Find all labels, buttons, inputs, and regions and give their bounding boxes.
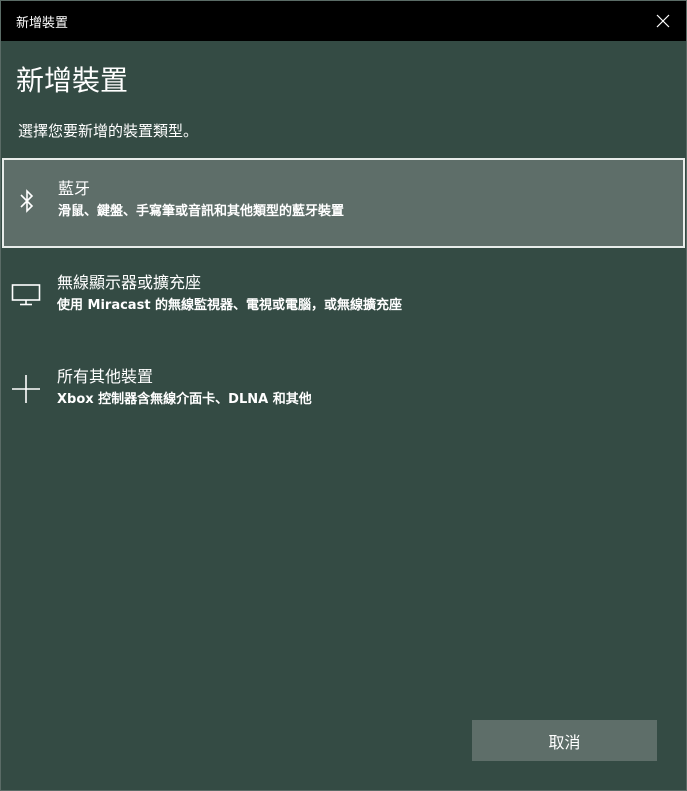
page-subtitle: 選擇您要新增的裝置類型。 [18, 122, 199, 140]
option-title: 藍牙 [58, 179, 91, 198]
close-button[interactable] [640, 1, 686, 41]
option-description: Xbox 控制器含無線介面卡、DLNA 和其他 [57, 392, 312, 407]
plus-icon [10, 373, 42, 405]
option-bluetooth[interactable]: 藍牙 滑鼠、鍵盤、手寫筆或音訊和其他類型的藍牙裝置 [2, 158, 685, 248]
option-title: 無線顯示器或擴充座 [57, 273, 202, 292]
window-title: 新增裝置 [16, 16, 69, 31]
title-bar: 新增裝置 [1, 1, 686, 41]
option-everything-else[interactable]: 所有其他裝置 Xbox 控制器含無線介面卡、DLNA 和其他 [2, 346, 685, 436]
add-device-dialog: 新增裝置 新增裝置 選擇您要新增的裝置類型。 藍牙 滑鼠、鍵盤、手寫筆或音訊和其… [0, 0, 687, 791]
option-wireless-display[interactable]: 無線顯示器或擴充座 使用 Miracast 的無線監視器、電視或電腦，或無線擴充… [2, 252, 685, 342]
page-title: 新增裝置 [16, 64, 129, 97]
bluetooth-icon [11, 185, 43, 217]
option-description: 使用 Miracast 的無線監視器、電視或電腦，或無線擴充座 [57, 298, 403, 313]
option-description: 滑鼠、鍵盤、手寫筆或音訊和其他類型的藍牙裝置 [58, 204, 345, 219]
close-icon [656, 14, 670, 28]
monitor-icon [10, 279, 42, 311]
cancel-button[interactable]: 取消 [472, 720, 657, 761]
option-title: 所有其他裝置 [57, 367, 154, 386]
